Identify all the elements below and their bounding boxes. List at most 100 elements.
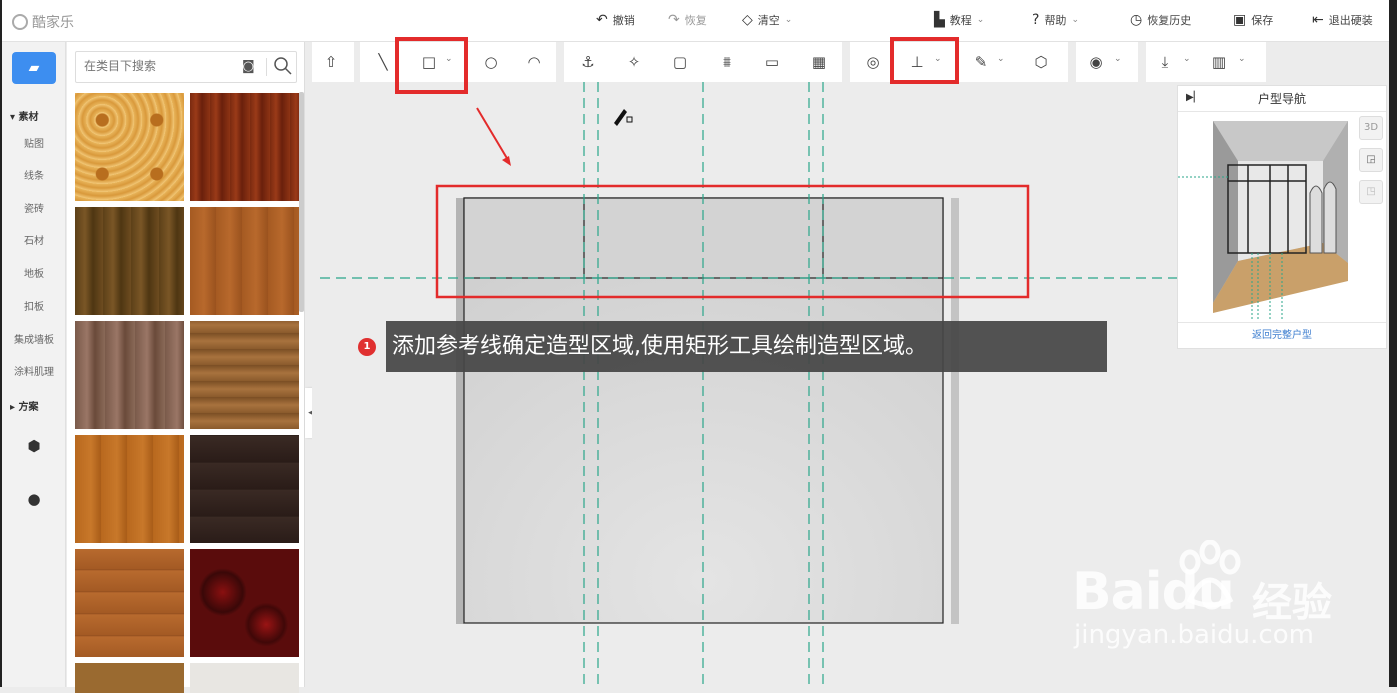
exit-button[interactable]: ⇤ 退出硬装 xyxy=(1312,12,1373,28)
guideline-tool-highlight xyxy=(890,37,959,84)
wall-pillar-right xyxy=(951,198,959,624)
redo-button[interactable]: ↷ 恢复 xyxy=(668,12,707,28)
navigator-3d-view[interactable] xyxy=(1178,113,1386,320)
chevron-down-icon: ⌄ xyxy=(1071,15,1079,25)
undo-button[interactable]: ↶ 撤销 xyxy=(596,12,635,28)
rail-item-paint[interactable]: 涂料肌理 xyxy=(2,363,66,378)
panel-scrollbar[interactable] xyxy=(299,92,304,312)
rail-item-wall-panel[interactable]: 集成墙板 xyxy=(2,331,66,346)
frame-icon[interactable]: ▢ xyxy=(669,52,691,72)
eye-icon[interactable]: ◉ xyxy=(1085,52,1107,72)
clear-label: 清空 xyxy=(757,14,780,27)
magic-icon[interactable]: ✧ xyxy=(623,52,645,72)
cube-icon[interactable]: ⬡ xyxy=(1030,52,1052,72)
material-swatch[interactable] xyxy=(190,549,299,657)
tutorial-menu[interactable]: ▙ 教程 ⌄ xyxy=(934,12,984,28)
rail-section-material[interactable]: ▾ 素材 xyxy=(10,108,39,123)
material-swatch[interactable] xyxy=(190,207,299,315)
download-icon[interactable]: ⤓ xyxy=(1154,52,1176,72)
history-button[interactable]: ◷ 恢复历史 xyxy=(1130,12,1191,28)
exit-icon: ⇤ xyxy=(1312,12,1324,28)
rail-item-floor[interactable]: 地板 xyxy=(2,265,66,280)
instruction-callout: 添加参考线确定造型区域,使用矩形工具绘制造型区域。 xyxy=(386,321,1107,372)
circle-icon[interactable]: ○ xyxy=(480,52,502,72)
back-to-full-plan-link[interactable]: 返回完整户型 xyxy=(1178,322,1386,348)
app-window: 酷家乐 ↶ 撤销 ↷ 恢复 ◇ 清空 ⌄ ▙ 教程 ⌄ ? 帮助 ⌄ ◷ 恢复历… xyxy=(0,0,1397,693)
baidu-watermark: Baidu 经验 jingyan.baidu.com xyxy=(1072,540,1372,660)
save-button[interactable]: ▣ 保存 xyxy=(1233,12,1273,28)
camera-icon[interactable]: ◙ xyxy=(242,59,255,74)
rail-section-plan-label: 方案 xyxy=(18,402,39,413)
material-swatch[interactable] xyxy=(75,663,184,693)
clear-button[interactable]: ◇ 清空 ⌄ xyxy=(742,12,792,28)
left-rail: ▰ ▾ 素材 贴图 线条 瓷砖 石材 地板 扣板 集成墙板 涂料肌理 ▸ 方案 … xyxy=(2,42,66,687)
rail-section-plan[interactable]: ▸ 方案 xyxy=(10,398,39,413)
hexagon-icon[interactable]: ⬢ xyxy=(24,437,44,457)
map-icon[interactable]: ▥ xyxy=(1208,52,1230,72)
chevron-down-icon[interactable]: ⌄ xyxy=(1238,54,1246,64)
floorplan-navigator: 户型导航 ▶▏ 3D ◲ ◳ 返回完整户型 xyxy=(1177,85,1387,349)
view-3d-button[interactable]: 3D xyxy=(1359,116,1383,140)
cursor-marker xyxy=(626,116,633,123)
book-icon: ▙ xyxy=(934,12,945,28)
tool-group-view: ◉ ⌄ xyxy=(1076,42,1138,82)
arc-icon[interactable]: ◠ xyxy=(523,52,545,72)
material-swatch[interactable] xyxy=(190,663,299,693)
help-label: 帮助 xyxy=(1044,14,1067,27)
brush-icon[interactable]: ✎ xyxy=(970,52,992,72)
search-icon[interactable] xyxy=(273,56,293,76)
chevron-down-icon[interactable]: ⌄ xyxy=(997,54,1005,64)
material-swatch[interactable] xyxy=(75,321,184,429)
pattern-icon[interactable]: ▦ xyxy=(808,52,830,72)
clock-icon: ◷ xyxy=(1130,12,1143,28)
panel-icon[interactable]: ▭ xyxy=(761,52,783,72)
material-panel: ◙ xyxy=(67,42,305,693)
user-icon[interactable]: ● xyxy=(24,490,44,510)
material-swatch[interactable] xyxy=(190,435,299,543)
material-swatch[interactable] xyxy=(75,93,184,201)
tutorial-label: 教程 xyxy=(949,14,972,27)
line-icon[interactable]: ╲ xyxy=(372,52,394,72)
navigator-title: 户型导航 xyxy=(1178,86,1386,112)
undo-label: 撤销 xyxy=(612,14,635,27)
rail-item-texture[interactable]: 贴图 xyxy=(2,135,66,150)
rail-item-tile[interactable]: 瓷砖 xyxy=(2,200,66,215)
annotation-arrow xyxy=(476,107,509,161)
tool-group-upload: ⇧ xyxy=(312,42,354,82)
save-icon: ▣ xyxy=(1233,12,1247,28)
rail-section-material-label: 素材 xyxy=(18,112,39,123)
app-logo[interactable]: 酷家乐 xyxy=(12,12,74,32)
material-swatch[interactable] xyxy=(75,207,184,315)
arrow-head xyxy=(502,156,511,166)
elevation-button[interactable]: ◳ xyxy=(1359,180,1383,204)
navigator-toggle-icon[interactable]: ▶▏ xyxy=(1186,92,1201,103)
chevron-down-icon: ⌄ xyxy=(784,15,793,25)
material-swatch[interactable] xyxy=(190,321,299,429)
rectangle-tool-highlight xyxy=(395,37,468,94)
chevron-down-icon[interactable]: ⌄ xyxy=(1114,54,1122,64)
target-icon[interactable]: ◎ xyxy=(862,52,884,72)
grid-lines-icon[interactable]: ⩩ xyxy=(716,52,738,72)
tool-group-edit: ⚓ ✧ ▢ ⩩ ▭ ▦ xyxy=(564,42,842,82)
help-menu[interactable]: ? 帮助 ⌄ xyxy=(1032,12,1079,28)
floorplan-button[interactable]: ◲ xyxy=(1359,148,1383,172)
material-swatch[interactable] xyxy=(75,549,184,657)
material-swatch[interactable] xyxy=(190,93,299,201)
drawing-toolbar: ⇧ ╲ □ ⌄ ○ ◠ ⚓ ✧ ▢ ⩩ ▭ ▦ ◎ ⊥ ⌄ ✎ ⌄ ⬡ ◉ ⌄ xyxy=(312,42,1389,82)
upload-icon[interactable]: ⇧ xyxy=(320,52,342,72)
material-swatch[interactable] xyxy=(75,435,184,543)
search-input[interactable] xyxy=(84,59,234,73)
rail-item-ceiling-panel[interactable]: 扣板 xyxy=(2,298,66,313)
rail-item-moulding[interactable]: 线条 xyxy=(2,167,66,182)
chevron-down-icon[interactable]: ⌄ xyxy=(1183,54,1191,64)
redo-label: 恢复 xyxy=(684,14,707,27)
step-badge: 1 xyxy=(358,338,376,356)
eraser-icon: ◇ xyxy=(742,12,753,28)
search-divider xyxy=(266,58,267,76)
help-icon: ? xyxy=(1032,12,1040,28)
material-library-button[interactable]: ▰ xyxy=(12,52,56,84)
anchor-icon[interactable]: ⚓ xyxy=(577,52,599,72)
rail-item-stone[interactable]: 石材 xyxy=(2,232,66,247)
floorplan-icon: ◲ xyxy=(1366,154,1376,165)
wall-pillar-left xyxy=(456,198,464,624)
